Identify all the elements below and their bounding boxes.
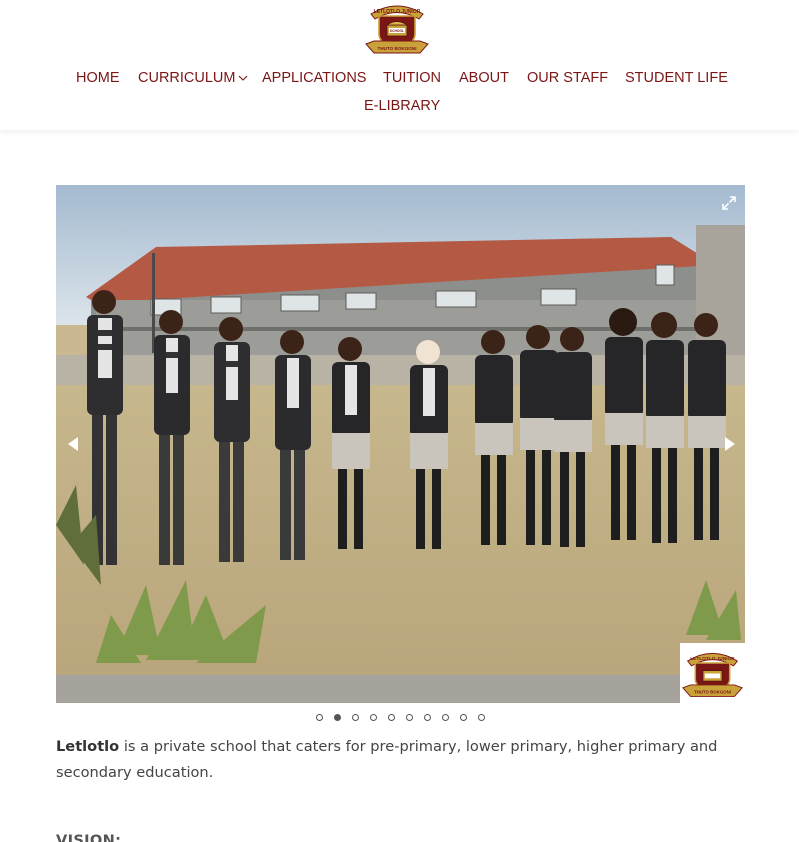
slider-dot[interactable] bbox=[424, 714, 431, 721]
nav-item-student-life[interactable]: STUDENT LIFE bbox=[625, 69, 728, 89]
slider-dot[interactable] bbox=[370, 714, 377, 721]
intro-text: is a private school that caters for pre-… bbox=[56, 738, 718, 781]
slider-dot[interactable] bbox=[478, 714, 485, 721]
slider-dot[interactable] bbox=[316, 714, 323, 721]
slider-dot[interactable] bbox=[406, 714, 413, 721]
slider-dot[interactable] bbox=[460, 714, 467, 721]
chevron-down-icon bbox=[239, 75, 248, 81]
slide-image-students bbox=[56, 185, 745, 703]
nav-item-label: CURRICULUM bbox=[138, 70, 236, 86]
slider-dot[interactable] bbox=[442, 714, 449, 721]
school-name: Letlotlo bbox=[56, 738, 120, 755]
nav-item-e-library[interactable]: E-LIBRARY bbox=[364, 97, 440, 117]
site-header: LETLOTLO JUNIOR SCHOOL THUTO BOKGONI HOM… bbox=[0, 0, 799, 130]
slider-dot[interactable] bbox=[352, 714, 359, 721]
triangle-left-icon bbox=[68, 437, 78, 451]
expand-icon bbox=[722, 196, 736, 210]
slider-pagination bbox=[312, 712, 492, 724]
nav-item-tuition[interactable]: TUITION bbox=[383, 69, 441, 89]
triangle-right-icon bbox=[725, 437, 735, 451]
nav-item-applications[interactable]: APPLICATIONS bbox=[262, 69, 366, 89]
intro-paragraph: Letlotlo is a private school that caters… bbox=[56, 734, 746, 786]
nav-item-about[interactable]: ABOUT bbox=[459, 69, 509, 89]
nav-item-curriculum[interactable]: CURRICULUM bbox=[138, 69, 248, 89]
watermark-banner-text: LETLOTLO JUNIOR bbox=[690, 656, 735, 662]
slider-dot-active[interactable] bbox=[334, 714, 341, 721]
main-navigation: HOME CURRICULUM APPLICATIONS TUITION ABO… bbox=[0, 0, 799, 130]
nav-item-home[interactable]: HOME bbox=[76, 69, 120, 89]
slider-dot[interactable] bbox=[388, 714, 395, 721]
nav-item-our-staff[interactable]: OUR STAFF bbox=[527, 69, 608, 89]
fullscreen-button[interactable] bbox=[720, 194, 738, 212]
slider-prev-button[interactable] bbox=[65, 435, 81, 453]
watermark-ribbon-text: THUTO BOKGONI bbox=[694, 690, 731, 695]
vision-heading: VISION: bbox=[56, 832, 122, 842]
watermark-logo: LETLOTLO JUNIOR THUTO BOKGONI bbox=[680, 643, 745, 703]
school-crest-icon: LETLOTLO JUNIOR THUTO BOKGONI bbox=[682, 652, 743, 697]
slider-next-button[interactable] bbox=[722, 435, 738, 453]
photo-slider[interactable]: LETLOTLO JUNIOR THUTO BOKGONI bbox=[56, 185, 745, 703]
